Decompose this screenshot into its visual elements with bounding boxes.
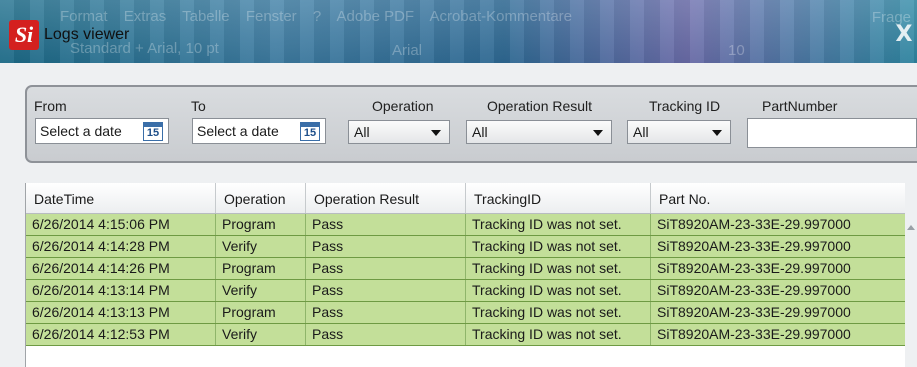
background-app-menu: Format Extras Tabelle Fenster ? Adobe PD…	[60, 8, 584, 25]
cell-datetime: 6/26/2014 4:15:06 PM	[26, 214, 216, 235]
bg-menu-item: Format	[60, 8, 108, 25]
cell-operation-result: Pass	[306, 324, 466, 345]
cell-operation-result: Pass	[306, 302, 466, 323]
vertical-scrollbar[interactable]	[905, 183, 917, 367]
tracking-id-label: Tracking ID	[649, 98, 721, 114]
filter-panel: From Select a date 15 To Select a date 1…	[25, 85, 917, 163]
operation-label: Operation	[372, 98, 434, 114]
column-header-datetime[interactable]: DateTime	[26, 183, 216, 213]
tracking-id-select[interactable]: All	[627, 120, 731, 144]
cell-operation-result: Pass	[306, 214, 466, 235]
from-date-text[interactable]: Select a date	[40, 123, 122, 139]
calendar-day: 15	[146, 127, 160, 139]
chevron-down-icon	[431, 130, 441, 136]
table-row[interactable]: 6/26/2014 4:14:28 PM Verify Pass Trackin…	[26, 236, 906, 258]
cell-operation: Verify	[216, 280, 306, 301]
cell-datetime: 6/26/2014 4:12:53 PM	[26, 324, 216, 345]
table-row[interactable]: 6/26/2014 4:13:13 PM Program Pass Tracki…	[26, 302, 906, 324]
table-row[interactable]: 6/26/2014 4:12:53 PM Verify Pass Trackin…	[26, 324, 906, 346]
operation-result-select[interactable]: All	[466, 120, 612, 144]
cell-operation-result: Pass	[306, 236, 466, 257]
bg-menu-item: ?	[312, 8, 322, 25]
table-row[interactable]: 6/26/2014 4:14:26 PM Program Pass Tracki…	[26, 258, 906, 280]
cell-tracking-id: Tracking ID was not set.	[466, 258, 651, 279]
app-logo: Si	[9, 20, 39, 50]
cell-part-no: SiT8920AM-23-33E-29.997000	[651, 236, 906, 257]
operation-result-value: All	[472, 124, 488, 140]
to-label: To	[191, 98, 206, 114]
close-button[interactable]: X	[891, 22, 917, 48]
grid-header: DateTime Operation Operation Result Trac…	[26, 183, 906, 214]
operation-value: All	[354, 124, 370, 140]
cell-operation: Verify	[216, 236, 306, 257]
to-date-text[interactable]: Select a date	[197, 123, 279, 139]
cell-part-no: SiT8920AM-23-33E-29.997000	[651, 302, 906, 323]
calendar-icon[interactable]: 15	[300, 122, 320, 141]
cell-tracking-id: Tracking ID was not set.	[466, 280, 651, 301]
part-number-label: PartNumber	[762, 98, 838, 114]
column-header-operation-result[interactable]: Operation Result	[306, 183, 466, 213]
scroll-up-arrow-icon[interactable]	[907, 225, 915, 230]
column-header-part-no[interactable]: Part No.	[651, 183, 906, 213]
tracking-id-value: All	[633, 124, 649, 140]
cell-datetime: 6/26/2014 4:13:14 PM	[26, 280, 216, 301]
bg-menu-item: Extras	[123, 8, 167, 25]
bg-menu-item: Fenster	[245, 8, 297, 25]
bg-menu-item: Adobe PDF	[336, 8, 415, 25]
cell-tracking-id: Tracking ID was not set.	[466, 214, 651, 235]
cell-tracking-id: Tracking ID was not set.	[466, 324, 651, 345]
cell-operation: Program	[216, 258, 306, 279]
chevron-down-icon	[593, 130, 603, 136]
cell-part-no: SiT8920AM-23-33E-29.997000	[651, 258, 906, 279]
cell-part-no: SiT8920AM-23-33E-29.997000	[651, 214, 906, 235]
chevron-down-icon	[712, 130, 722, 136]
window-title: Logs viewer	[44, 26, 130, 43]
cell-part-no: SiT8920AM-23-33E-29.997000	[651, 324, 906, 345]
cell-tracking-id: Tracking ID was not set.	[466, 236, 651, 257]
cell-datetime: 6/26/2014 4:13:13 PM	[26, 302, 216, 323]
cell-operation: Verify	[216, 324, 306, 345]
table-row[interactable]: 6/26/2014 4:13:14 PM Verify Pass Trackin…	[26, 280, 906, 302]
cell-part-no: SiT8920AM-23-33E-29.997000	[651, 280, 906, 301]
part-number-input[interactable]	[747, 118, 917, 148]
cell-operation-result: Pass	[306, 258, 466, 279]
calendar-icon[interactable]: 15	[143, 122, 163, 141]
bg-font-box: Arial	[392, 42, 423, 59]
bg-menu-item: Tabelle	[182, 8, 230, 25]
logs-grid: DateTime Operation Operation Result Trac…	[25, 183, 906, 367]
cell-operation: Program	[216, 214, 306, 235]
column-header-operation[interactable]: Operation	[216, 183, 306, 213]
operation-select[interactable]: All	[348, 120, 450, 144]
to-date-picker[interactable]: Select a date 15	[192, 118, 326, 144]
cell-datetime: 6/26/2014 4:14:28 PM	[26, 236, 216, 257]
from-label: From	[34, 98, 67, 114]
from-date-picker[interactable]: Select a date 15	[35, 118, 169, 144]
bg-size-box: 10	[728, 42, 745, 59]
calendar-day: 15	[303, 127, 317, 139]
cell-operation: Program	[216, 302, 306, 323]
cell-operation-result: Pass	[306, 280, 466, 301]
column-header-tracking-id[interactable]: TrackingID	[466, 183, 651, 213]
operation-result-label: Operation Result	[487, 98, 593, 114]
table-row[interactable]: 6/26/2014 4:15:06 PM Program Pass Tracki…	[26, 214, 906, 236]
cell-datetime: 6/26/2014 4:14:26 PM	[26, 258, 216, 279]
title-bar: Format Extras Tabelle Fenster ? Adobe PD…	[0, 0, 917, 63]
bg-menu-item: Acrobat-Kommentare	[429, 8, 572, 25]
cell-tracking-id: Tracking ID was not set.	[466, 302, 651, 323]
